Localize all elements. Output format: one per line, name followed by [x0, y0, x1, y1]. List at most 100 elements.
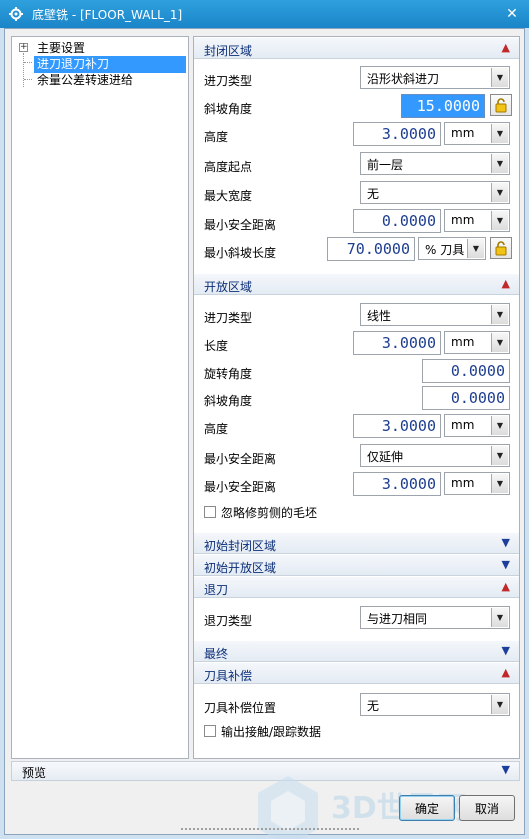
preview-section-header[interactable]: 预览 ▼	[11, 761, 520, 781]
expand-icon[interactable]: ▼	[502, 558, 510, 571]
dropdown-arrow-icon[interactable]: ▼	[491, 211, 508, 230]
select-value: 线性	[367, 309, 392, 323]
open-min-clearance-input[interactable]: 3.0000	[353, 472, 441, 496]
retract-type-label: 退刀类型	[204, 614, 253, 628]
open-min-clearance-unit-select[interactable]: mm ▼	[444, 472, 510, 495]
output-contact-label: 输出接触/跟踪数据	[221, 725, 322, 739]
section-title: 初始开放区域	[204, 561, 277, 575]
open-min-clearance-2-label: 最小安全距离	[204, 480, 277, 494]
collapse-icon[interactable]: ▲	[502, 580, 510, 593]
section-init-closed-header[interactable]: 初始封闭区域 ▼	[194, 532, 519, 554]
lock-icon[interactable]	[490, 94, 512, 116]
section-title: 最终	[204, 647, 229, 661]
dropdown-arrow-icon[interactable]: ▼	[491, 305, 508, 324]
closed-ramp-angle-input[interactable]: 15.0000	[401, 94, 485, 118]
open-entry-type-select[interactable]: 线性 ▼	[360, 303, 510, 326]
expand-icon[interactable]: +	[19, 43, 28, 52]
dropdown-arrow-icon[interactable]: ▼	[491, 695, 508, 714]
section-title: 封闭区域	[204, 44, 253, 58]
closed-min-clearance-unit-select[interactable]: mm ▼	[444, 209, 510, 232]
close-icon[interactable]: ✕	[503, 5, 521, 23]
open-min-clearance-select[interactable]: 仅延伸 ▼	[360, 444, 510, 467]
select-value: 沿形状斜进刀	[367, 72, 440, 86]
open-rotation-label: 旋转角度	[204, 367, 253, 381]
dropdown-arrow-icon[interactable]: ▼	[491, 68, 508, 87]
expand-icon[interactable]: ▼	[502, 644, 510, 657]
preview-label: 预览	[22, 766, 47, 780]
section-title: 初始封闭区域	[204, 539, 277, 553]
tree-item-stock-feeds[interactable]: 余量公差转速进给	[34, 72, 136, 89]
tree-item-main-settings[interactable]: 主要设置	[34, 40, 88, 57]
open-length-input[interactable]: 3.0000	[353, 331, 441, 355]
cancel-button[interactable]: 取消	[459, 795, 515, 821]
closed-height-unit-select[interactable]: mm ▼	[444, 122, 510, 145]
closed-entry-type-label: 进刀类型	[204, 74, 253, 88]
dropdown-arrow-icon[interactable]: ▼	[491, 183, 508, 202]
open-entry-type-label: 进刀类型	[204, 311, 253, 325]
dropdown-arrow-icon[interactable]: ▼	[491, 333, 508, 352]
select-value: 无	[367, 699, 380, 713]
section-final-header[interactable]: 最终 ▼	[194, 640, 519, 662]
tree-item-engage-retract[interactable]: 进刀退刀补刀	[34, 56, 186, 73]
collapse-icon[interactable]: ▲	[502, 666, 510, 679]
title-bar: 底壁铣 - [FLOOR_WALL_1] ✕	[0, 0, 529, 28]
select-value: 前一层	[367, 158, 404, 172]
output-contact-checkbox[interactable]	[204, 725, 216, 737]
lock-icon[interactable]	[490, 237, 512, 259]
section-cutcomp-header[interactable]: 刀具补偿 ▲	[194, 662, 519, 684]
navigation-tree: + 主要设置 进刀退刀补刀 余量公差转速进给	[11, 36, 189, 759]
dropdown-arrow-icon[interactable]: ▼	[491, 124, 508, 143]
dropdown-arrow-icon[interactable]: ▼	[467, 239, 484, 258]
closed-min-ramp-len-label: 最小斜坡长度	[204, 246, 277, 260]
closed-height-from-select[interactable]: 前一层 ▼	[360, 152, 510, 175]
cutcomp-position-select[interactable]: 无 ▼	[360, 693, 510, 716]
section-open-area-header[interactable]: 开放区域 ▲	[194, 273, 519, 295]
collapse-icon[interactable]: ▲	[502, 277, 510, 290]
closed-height-input[interactable]: 3.0000	[353, 122, 441, 146]
settings-panel: 封闭区域 ▲ 进刀类型 沿形状斜进刀 ▼ 斜坡角度 15.0000 高度 3.0…	[193, 36, 520, 759]
section-closed-area-header[interactable]: 封闭区域 ▲	[194, 37, 519, 59]
open-height-label: 高度	[204, 422, 229, 436]
select-value: mm	[451, 335, 475, 349]
select-value: % 刀具	[425, 243, 465, 257]
select-value: mm	[451, 418, 475, 432]
closed-min-ramp-len-input[interactable]: 70.0000	[327, 237, 415, 261]
section-title: 退刀	[204, 583, 229, 597]
open-height-input[interactable]: 3.0000	[353, 414, 441, 438]
dialog-body: + 主要设置 进刀退刀补刀 余量公差转速进给 封闭区域 ▲ 进刀类型 沿形状斜进…	[4, 28, 525, 839]
section-retract-header[interactable]: 退刀 ▲	[194, 576, 519, 598]
open-ramp-angle-input[interactable]: 0.0000	[422, 386, 510, 410]
gear-icon[interactable]	[8, 6, 24, 22]
open-rotation-input[interactable]: 0.0000	[422, 359, 510, 383]
closed-min-clearance-label: 最小安全距离	[204, 218, 277, 232]
dropdown-arrow-icon[interactable]: ▼	[491, 446, 508, 465]
closed-height-label: 高度	[204, 130, 229, 144]
retract-type-select[interactable]: 与进刀相同 ▼	[360, 606, 510, 629]
open-ramp-angle-label: 斜坡角度	[204, 394, 253, 408]
dropdown-arrow-icon[interactable]: ▼	[491, 154, 508, 173]
dropdown-arrow-icon[interactable]: ▼	[491, 474, 508, 493]
section-title: 开放区域	[204, 280, 253, 294]
section-init-open-header[interactable]: 初始开放区域 ▼	[194, 554, 519, 576]
closed-min-ramp-len-unit-select[interactable]: % 刀具 ▼	[418, 237, 486, 260]
collapse-icon[interactable]: ▲	[502, 41, 510, 54]
closed-entry-type-select[interactable]: 沿形状斜进刀 ▼	[360, 66, 510, 89]
expand-icon[interactable]: ▼	[502, 763, 510, 776]
open-length-label: 长度	[204, 339, 229, 353]
window-title: 底壁铣 - [FLOOR_WALL_1]	[32, 7, 183, 22]
cutcomp-position-label: 刀具补偿位置	[204, 701, 277, 715]
open-height-unit-select[interactable]: mm ▼	[444, 414, 510, 437]
section-title: 刀具补偿	[204, 669, 253, 683]
dropdown-arrow-icon[interactable]: ▼	[491, 608, 508, 627]
open-length-unit-select[interactable]: mm ▼	[444, 331, 510, 354]
closed-min-clearance-input[interactable]: 0.0000	[353, 209, 441, 233]
dropdown-arrow-icon[interactable]: ▼	[491, 416, 508, 435]
ok-button[interactable]: 确定	[399, 795, 455, 821]
resize-grip[interactable]	[180, 827, 360, 831]
select-value: mm	[451, 476, 475, 490]
expand-icon[interactable]: ▼	[502, 536, 510, 549]
ignore-blank-checkbox[interactable]	[204, 506, 216, 518]
select-value: 与进刀相同	[367, 612, 428, 626]
select-value: 仅延伸	[367, 450, 404, 464]
closed-max-width-select[interactable]: 无 ▼	[360, 181, 510, 204]
